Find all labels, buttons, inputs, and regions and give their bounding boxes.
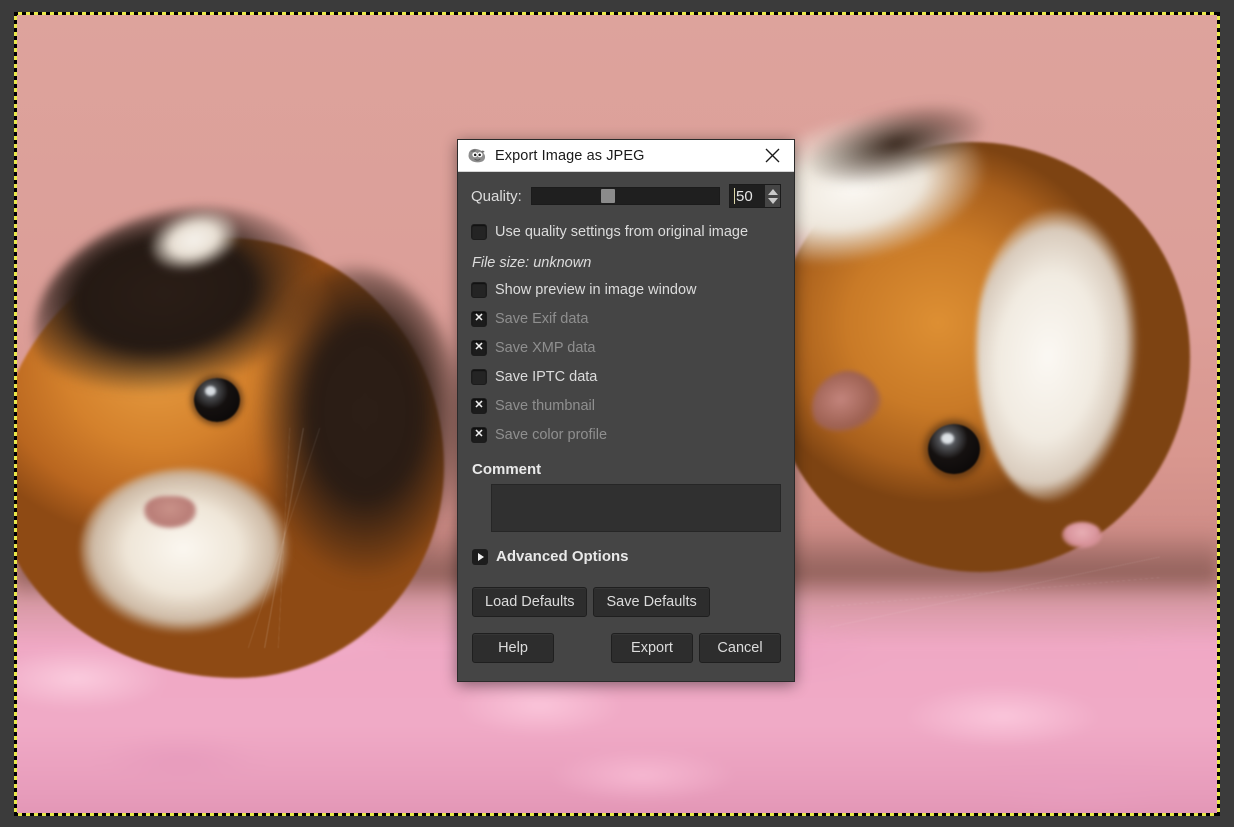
dialog-body: Quality: 50 Use quality settings from or… — [458, 172, 794, 681]
save-thumbnail-label: Save thumbnail — [495, 398, 595, 414]
cancel-button[interactable]: Cancel — [699, 633, 781, 663]
show-preview-label: Show preview in image window — [495, 282, 697, 298]
save-color-profile-checkbox[interactable] — [471, 427, 487, 443]
use-original-quality-checkbox[interactable] — [471, 224, 487, 240]
advanced-options-label: Advanced Options — [496, 548, 629, 565]
dialog-titlebar[interactable]: Export Image as JPEG — [458, 140, 794, 172]
comment-input[interactable] — [491, 484, 781, 532]
save-thumbnail-checkbox[interactable] — [471, 398, 487, 414]
defaults-button-row: Load Defaults Save Defaults — [472, 587, 781, 617]
save-exif-row[interactable]: Save Exif data — [471, 304, 781, 333]
quality-label: Quality: — [471, 188, 522, 205]
save-defaults-button[interactable]: Save Defaults — [593, 587, 709, 617]
quality-spinner[interactable]: 50 — [729, 184, 781, 208]
guinea-pig-right — [770, 72, 1210, 592]
save-iptc-label: Save IPTC data — [495, 369, 597, 385]
save-exif-label: Save Exif data — [495, 311, 589, 327]
load-defaults-button[interactable]: Load Defaults — [472, 587, 587, 617]
wilber-gimp-icon — [467, 147, 487, 164]
save-color-profile-label: Save color profile — [495, 427, 607, 443]
dialog-title: Export Image as JPEG — [495, 148, 750, 164]
save-xmp-label: Save XMP data — [495, 340, 596, 356]
expander-right-icon[interactable] — [472, 549, 488, 565]
gimp-canvas-window: Export Image as JPEG Quality: 50 — [0, 0, 1234, 827]
quality-row: Quality: 50 — [471, 184, 781, 208]
pig-right-nose — [1062, 522, 1102, 548]
use-original-quality-label: Use quality settings from original image — [495, 224, 748, 240]
pig-left-eye — [194, 378, 240, 422]
quality-value[interactable]: 50 — [730, 185, 765, 207]
pig-right-eye — [928, 424, 980, 474]
export-jpeg-dialog: Export Image as JPEG Quality: 50 — [457, 139, 795, 682]
save-xmp-row[interactable]: Save XMP data — [471, 333, 781, 362]
advanced-options-toggle[interactable]: Advanced Options — [472, 548, 781, 565]
export-button[interactable]: Export — [611, 633, 693, 663]
save-iptc-checkbox[interactable] — [471, 369, 487, 385]
quality-slider[interactable] — [531, 187, 720, 205]
quality-slider-handle[interactable] — [601, 189, 615, 203]
dialog-action-row: Help Export Cancel — [472, 633, 781, 663]
close-icon[interactable] — [750, 140, 794, 171]
save-color-profile-row[interactable]: Save color profile — [471, 420, 781, 449]
pig-left-nose — [144, 496, 196, 528]
help-button[interactable]: Help — [472, 633, 554, 663]
guinea-pig-left — [14, 178, 464, 698]
quality-spinner-arrows — [765, 185, 780, 207]
save-iptc-row[interactable]: Save IPTC data — [471, 362, 781, 391]
file-size-text: File size: unknown — [472, 255, 781, 271]
show-preview-checkbox-row[interactable]: Show preview in image window — [471, 275, 781, 304]
spinner-up-icon[interactable] — [768, 189, 778, 195]
save-xmp-checkbox[interactable] — [471, 340, 487, 356]
save-exif-checkbox[interactable] — [471, 311, 487, 327]
save-thumbnail-row[interactable]: Save thumbnail — [471, 391, 781, 420]
comment-title: Comment — [472, 461, 781, 478]
show-preview-checkbox[interactable] — [471, 282, 487, 298]
spinner-down-icon[interactable] — [768, 198, 778, 204]
use-original-quality-checkbox-row[interactable]: Use quality settings from original image — [471, 217, 781, 246]
